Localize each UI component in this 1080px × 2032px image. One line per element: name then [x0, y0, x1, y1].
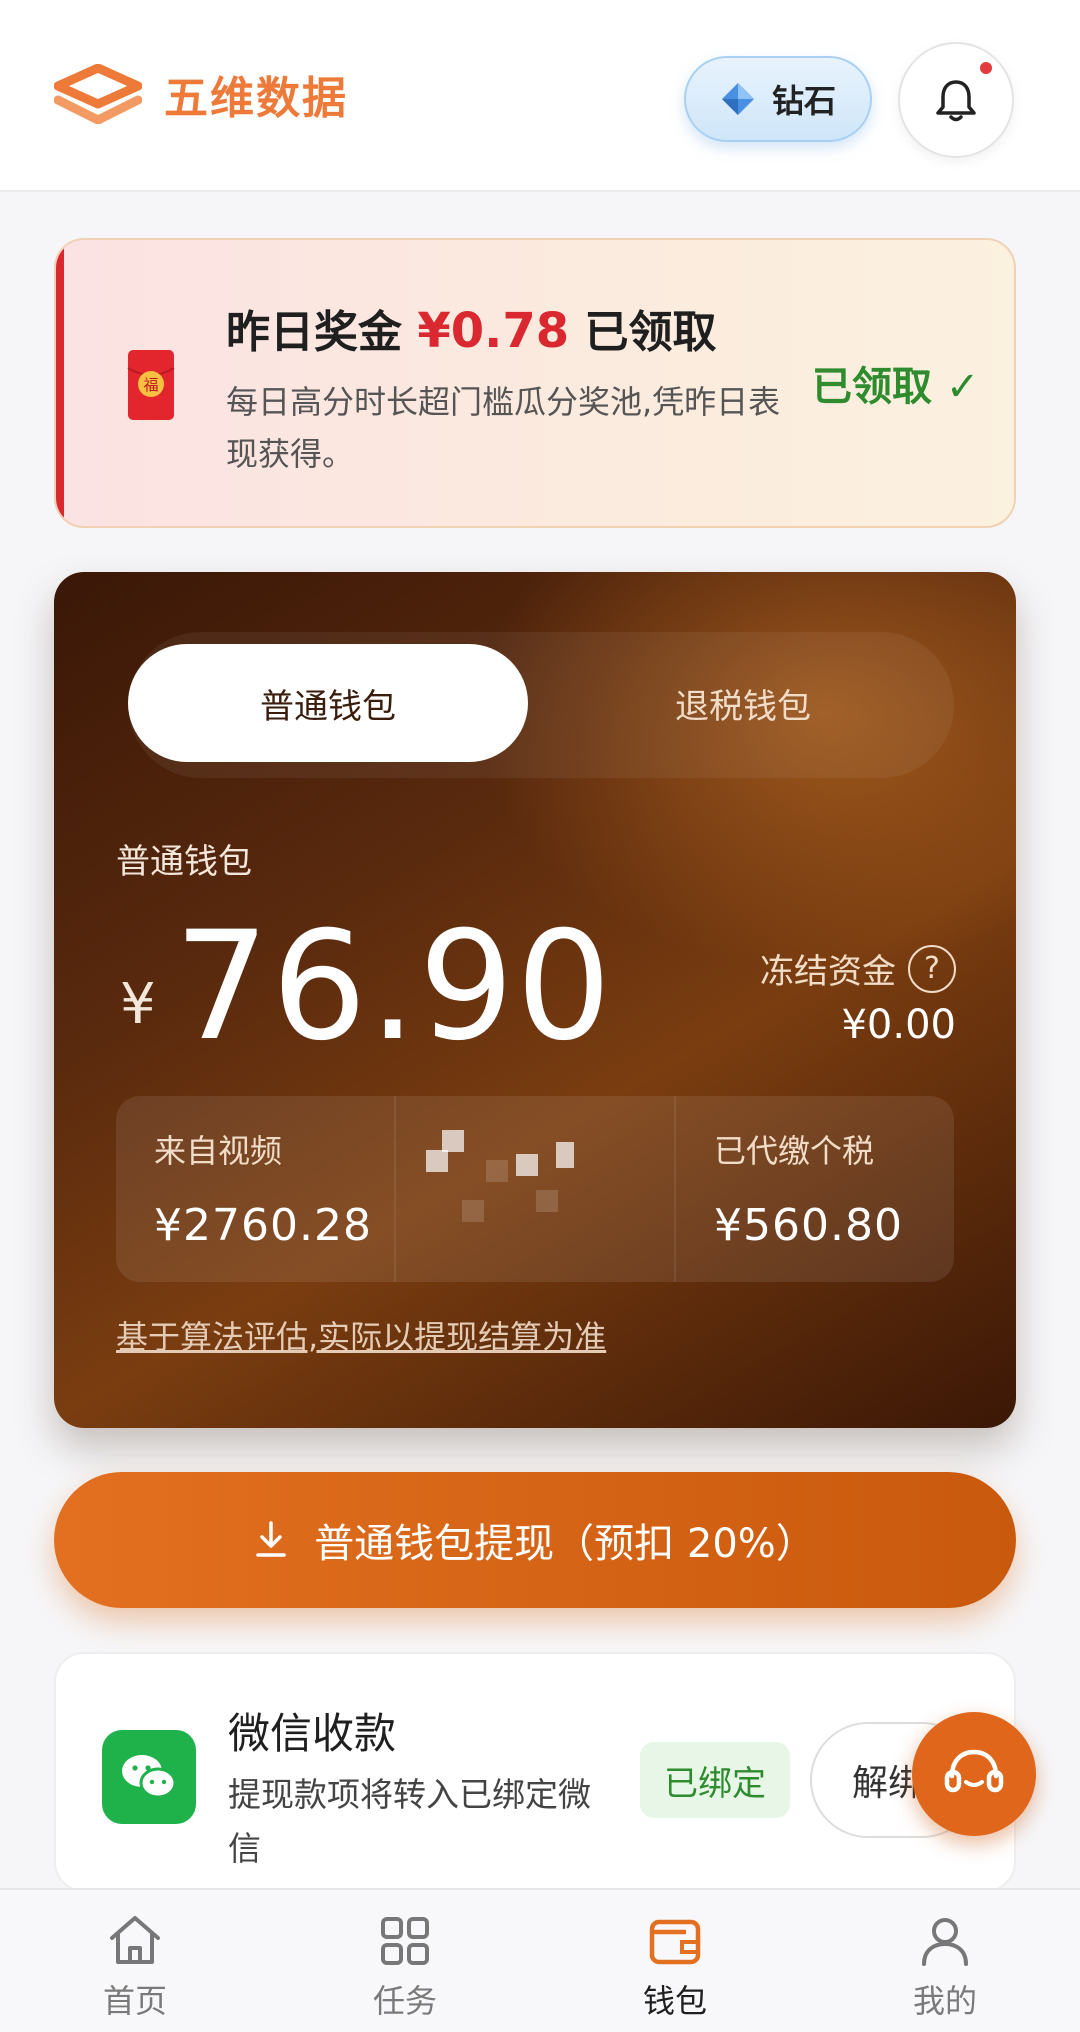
customer-support-button[interactable]: [912, 1712, 1036, 1836]
frozen-label: 冻结资金: [760, 952, 896, 992]
wallet-page: 五维数据 钻石 福 昨日奖金 ¥0.78 已领取 每日高分时长超门槛瓜分奖池,凭…: [0, 0, 1080, 2032]
stat-value: ¥560.80: [714, 1200, 903, 1251]
stat-label: 来自视频: [154, 1132, 283, 1170]
headset-icon: [944, 1749, 1004, 1793]
app-header: 五维数据 钻石: [0, 0, 1080, 192]
logo-text: 五维数据: [164, 73, 348, 124]
grid-icon: [381, 1917, 429, 1965]
nav-profile[interactable]: 我的: [810, 1890, 1080, 2032]
wallet-name: 普通钱包: [116, 842, 252, 882]
bonus-claimed-status: 已领取 ✓: [812, 364, 980, 410]
diamond-level-button[interactable]: 钻石: [684, 56, 872, 142]
tab-normal-wallet[interactable]: 普通钱包: [128, 644, 528, 762]
nav-tasks[interactable]: 任务: [270, 1890, 540, 2032]
withdraw-label: 普通钱包提现（预扣 20%）: [314, 1521, 816, 1567]
frozen-value: ¥0.00: [841, 1002, 956, 1048]
wallet-tabs: 普通钱包 退税钱包: [128, 632, 954, 778]
tab-tax-refund-wallet[interactable]: 退税钱包: [538, 644, 948, 762]
wallet-stats: 来自视频 ¥2760.28 已代缴个税 ¥560.80: [116, 1096, 954, 1282]
user-icon: [922, 1918, 968, 1966]
nav-home[interactable]: 首页: [0, 1890, 270, 2032]
redacted-mosaic: [426, 1120, 626, 1270]
wallet-balance-card: 普通钱包 退税钱包 普通钱包 ¥ 76.90 冻结资金 ? ¥0.00 来自视频…: [54, 572, 1016, 1428]
nav-label: 钱包: [642, 1982, 707, 2020]
currency-symbol: ¥: [120, 972, 156, 1037]
frozen-funds: 冻结资金 ?: [760, 944, 956, 993]
stat-label: 已代缴个税: [714, 1132, 875, 1170]
bound-status-badge: 已绑定: [640, 1742, 790, 1818]
home-icon: [110, 1916, 160, 1964]
diamond-icon: [721, 83, 754, 115]
download-icon: [256, 1521, 286, 1557]
bottom-navigation: 首页 任务 钱包 我的: [0, 1888, 1080, 2032]
red-envelope-icon: 福: [127, 350, 175, 420]
wechat-description: 提现款项将转入已绑定微信: [228, 1775, 591, 1868]
stat-value: ¥2760.28: [154, 1200, 372, 1251]
stat-from-video: 来自视频 ¥2760.28: [116, 1096, 394, 1282]
logo-icon: [54, 64, 142, 124]
bell-icon: [936, 80, 976, 122]
brand-logo: 五维数据: [54, 62, 348, 126]
yesterday-bonus-card: 福 昨日奖金 ¥0.78 已领取 每日高分时长超门槛瓜分奖池,凭昨日表现获得。 …: [54, 238, 1016, 528]
notification-button[interactable]: [898, 42, 1014, 158]
envelope-char: 福: [143, 376, 158, 394]
wallet-balance: 76.90: [174, 900, 614, 1074]
algorithm-disclaimer-link[interactable]: 基于算法评估,实际以提现结算为准: [116, 1312, 606, 1358]
bonus-title-suffix: 已领取: [584, 307, 717, 358]
bonus-title-prefix: 昨日奖金: [226, 307, 402, 358]
wechat-icon: [102, 1730, 196, 1824]
bonus-description: 每日高分时长超门槛瓜分奖池,凭昨日表现获得。: [226, 383, 781, 473]
nav-label: 任务: [372, 1982, 437, 2020]
nav-label: 首页: [102, 1982, 167, 2020]
stat-redacted: [394, 1096, 674, 1282]
bonus-amount: ¥0.78: [417, 303, 570, 359]
diamond-label: 钻石: [771, 82, 836, 120]
nav-wallet[interactable]: 钱包: [540, 1890, 810, 2032]
help-icon[interactable]: ?: [908, 944, 956, 993]
nav-label: 我的: [912, 1982, 977, 2020]
unread-dot: [980, 62, 992, 74]
stat-tax-withheld: 已代缴个税 ¥560.80: [674, 1096, 954, 1282]
withdraw-button[interactable]: 普通钱包提现（预扣 20%）: [54, 1472, 1016, 1608]
wechat-payment-card: 微信收款 提现款项将转入已绑定微信 已绑定 解绑: [54, 1652, 1016, 1892]
wallet-icon: [649, 1919, 701, 1965]
wechat-title: 微信收款: [228, 1709, 397, 1758]
bonus-title: 昨日奖金 ¥0.78 已领取: [226, 296, 716, 360]
